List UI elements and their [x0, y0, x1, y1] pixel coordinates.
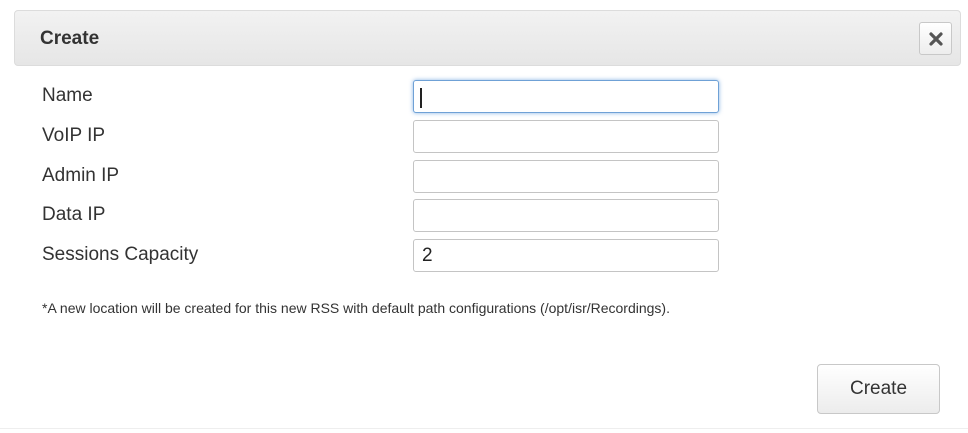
admin-ip-input[interactable] [413, 160, 719, 193]
sessions-capacity-row: Sessions Capacity [42, 239, 732, 273]
sessions-capacity-label: Sessions Capacity [42, 244, 199, 265]
close-icon [928, 31, 943, 46]
data-ip-label: Data IP [42, 204, 106, 225]
text-cursor [420, 88, 422, 108]
data-ip-row: Data IP [42, 199, 732, 233]
data-ip-input[interactable] [413, 199, 719, 232]
name-row: Name [42, 80, 732, 114]
voip-ip-row: VoIP IP [42, 120, 732, 154]
admin-ip-row: Admin IP [42, 160, 732, 194]
dialog-bottom-edge [0, 428, 968, 429]
sessions-capacity-input[interactable] [413, 239, 719, 272]
voip-ip-label: VoIP IP [42, 125, 106, 146]
close-button[interactable] [919, 22, 952, 55]
dialog-title: Create [40, 28, 100, 49]
name-input[interactable] [413, 80, 719, 113]
admin-ip-label: Admin IP [42, 165, 120, 186]
create-dialog: Create Name VoIP IP Admin IP Data IP Ses… [0, 0, 968, 433]
dialog-titlebar: Create [14, 10, 961, 66]
location-note: *A new location will be created for this… [42, 300, 670, 316]
create-button[interactable]: Create [817, 364, 940, 414]
name-label: Name [42, 85, 93, 106]
voip-ip-input[interactable] [413, 120, 719, 153]
